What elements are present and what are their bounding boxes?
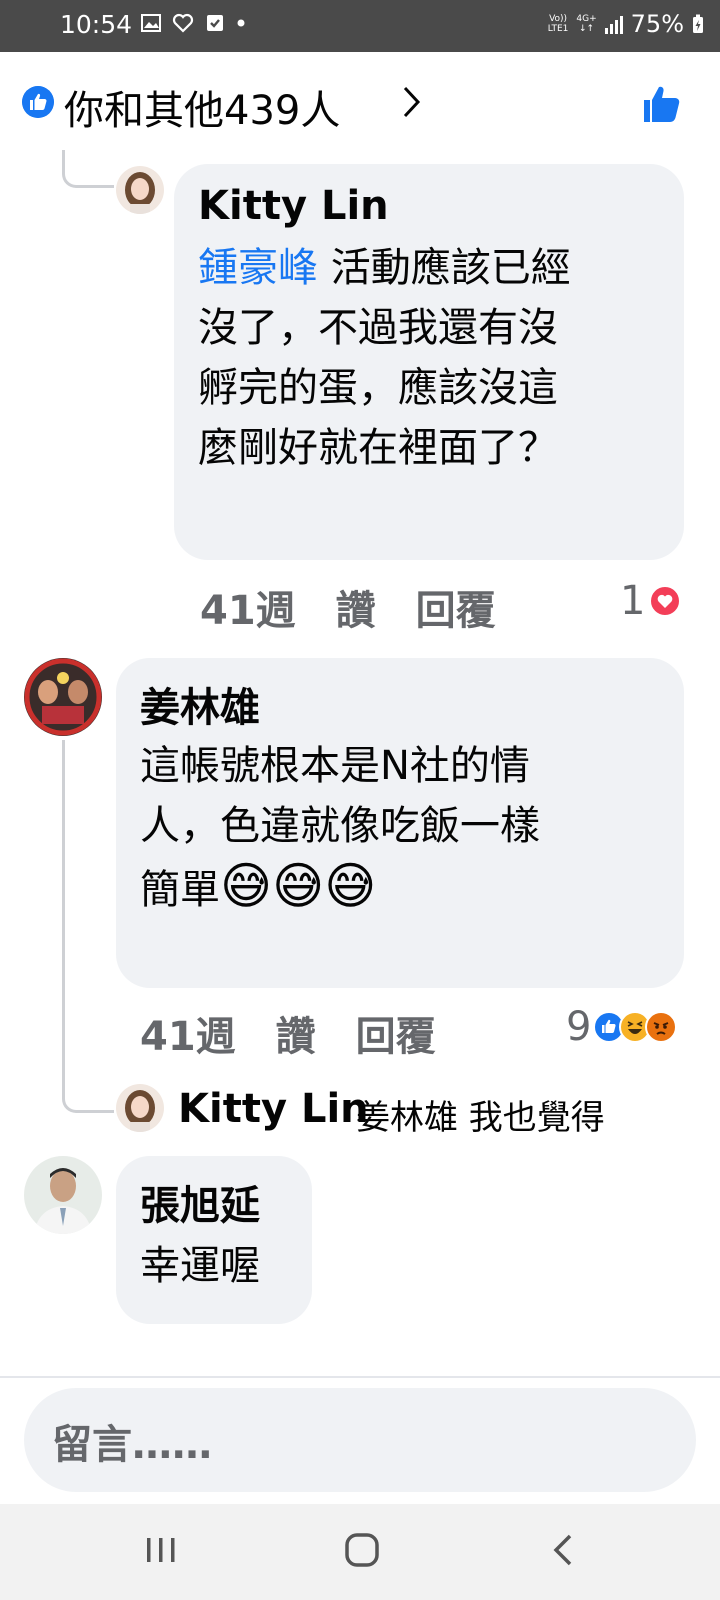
- love-reaction-icon: [649, 585, 682, 617]
- comment-author[interactable]: 張旭延: [140, 1182, 260, 1230]
- data-indicator: 4G+ ↓↑: [576, 14, 596, 34]
- avatar-kitty-lin[interactable]: [116, 166, 164, 214]
- avatar-image: [24, 1156, 102, 1234]
- health-heart-icon: [172, 13, 194, 33]
- comment-author[interactable]: Kitty Lin: [198, 182, 389, 230]
- comment-author[interactable]: 姜林雄: [140, 684, 260, 732]
- volte-indicator: Vo)) LTE1: [548, 14, 569, 34]
- comment-actions: 41週 讚 回覆: [140, 1004, 436, 1062]
- angry-reaction-icon: [645, 1011, 678, 1043]
- battery-charging-icon: [693, 14, 703, 33]
- like-badge-icon: [22, 86, 54, 118]
- home-icon[interactable]: [342, 1530, 382, 1570]
- reply-button[interactable]: 回覆: [356, 1004, 436, 1062]
- notification-icons: [140, 12, 246, 34]
- comment-text-line: 沒了，不過我還有沒: [198, 305, 558, 351]
- thread-line: [62, 740, 65, 1090]
- avatar-image: [116, 166, 164, 214]
- likes-summary[interactable]: 你和其他439人: [20, 72, 700, 134]
- chevron-right-icon: [403, 86, 421, 118]
- system-nav-bar: [0, 1504, 720, 1600]
- divider: [0, 1376, 720, 1378]
- back-icon[interactable]: [548, 1530, 578, 1570]
- reply-author[interactable]: Kitty Lin: [178, 1086, 369, 1132]
- comment-body: 這帳號根本是N社的情 人，色違就像吃飯一樣 簡單😅😅😅: [140, 736, 540, 920]
- like-comment-button[interactable]: 讚: [276, 1004, 316, 1062]
- data-arrows-icon: ↓↑: [578, 24, 595, 34]
- comment-text-line: 幸運喔: [140, 1243, 260, 1289]
- avatar-image: [24, 658, 102, 736]
- status-bar: 10:54 Vo)) LTE1 4G+ ↓↑ 75%: [0, 0, 720, 52]
- check-notification-icon: [207, 15, 223, 31]
- comment-timestamp[interactable]: 41週: [200, 578, 296, 636]
- reaction-count: 9: [566, 1004, 592, 1050]
- comment-timestamp[interactable]: 41週: [140, 1004, 236, 1062]
- like-button-icon[interactable]: [638, 80, 686, 128]
- comment-text-line: 麼剛好就在裡面了？: [198, 425, 558, 471]
- signal-icon: [604, 14, 623, 34]
- comment-text-line: 活動應該已經: [330, 245, 571, 291]
- comment-bubble[interactable]: 張旭延 幸運喔: [116, 1156, 312, 1324]
- comment-input[interactable]: 留言……: [24, 1388, 696, 1492]
- thread-connector: [62, 150, 114, 188]
- comment-text-line: 人，色違就像吃飯一樣: [140, 803, 540, 849]
- reply-preview-text: 姜林雄 我也覺得: [356, 1098, 605, 1138]
- comment-body: 鍾豪峰 活動應該已經 沒了，不過我還有沒 孵完的蛋，應該沒這 麼剛好就在裡面了？: [198, 238, 571, 478]
- reaction-count: 1: [620, 578, 646, 624]
- comment-text-line: 簡單: [140, 867, 220, 913]
- avatar-jiang-lin-xiong[interactable]: [24, 658, 102, 736]
- comment-text-line: 這帳號根本是N社的情: [140, 743, 530, 789]
- sweat-smile-emoji: 😅😅😅: [220, 857, 377, 915]
- status-time: 10:54: [60, 10, 133, 39]
- gallery-icon: [141, 14, 161, 32]
- avatar-kitty-lin[interactable]: [116, 1084, 164, 1132]
- dot-icon: [237, 19, 245, 27]
- volte-label: Vo)): [549, 14, 568, 24]
- comment-bubble[interactable]: Kitty Lin 鍾豪峰 活動應該已經 沒了，不過我還有沒 孵完的蛋，應該沒這…: [174, 164, 684, 560]
- lte-label: LTE1: [547, 24, 569, 34]
- recent-apps-icon[interactable]: [144, 1530, 178, 1570]
- mention-link[interactable]: 鍾豪峰: [198, 245, 318, 291]
- thread-connector: [62, 1085, 114, 1113]
- data-type-label: 4G+: [576, 14, 597, 24]
- reply-button[interactable]: 回覆: [416, 578, 496, 636]
- comment-input-placeholder: 留言……: [52, 1422, 212, 1468]
- like-comment-button[interactable]: 讚: [336, 578, 376, 636]
- likes-count-text: 你和其他439人: [64, 88, 341, 134]
- avatar-image: [116, 1084, 164, 1132]
- reaction-summary[interactable]: 9: [566, 1004, 678, 1050]
- reply-preview[interactable]: Kitty Lin 姜林雄 我也覺得: [116, 1084, 696, 1138]
- comment-bubble[interactable]: 姜林雄 這帳號根本是N社的情 人，色違就像吃飯一樣 簡單😅😅😅: [116, 658, 684, 988]
- avatar-zhang-xu-yan[interactable]: [24, 1156, 102, 1234]
- battery-percent: 75%: [630, 10, 684, 38]
- comment-actions: 41週 讚 回覆: [200, 578, 496, 636]
- reaction-summary[interactable]: 1: [620, 578, 682, 624]
- comment-text-line: 孵完的蛋，應該沒這: [198, 365, 558, 411]
- status-right: Vo)) LTE1 4G+ ↓↑ 75%: [548, 10, 704, 38]
